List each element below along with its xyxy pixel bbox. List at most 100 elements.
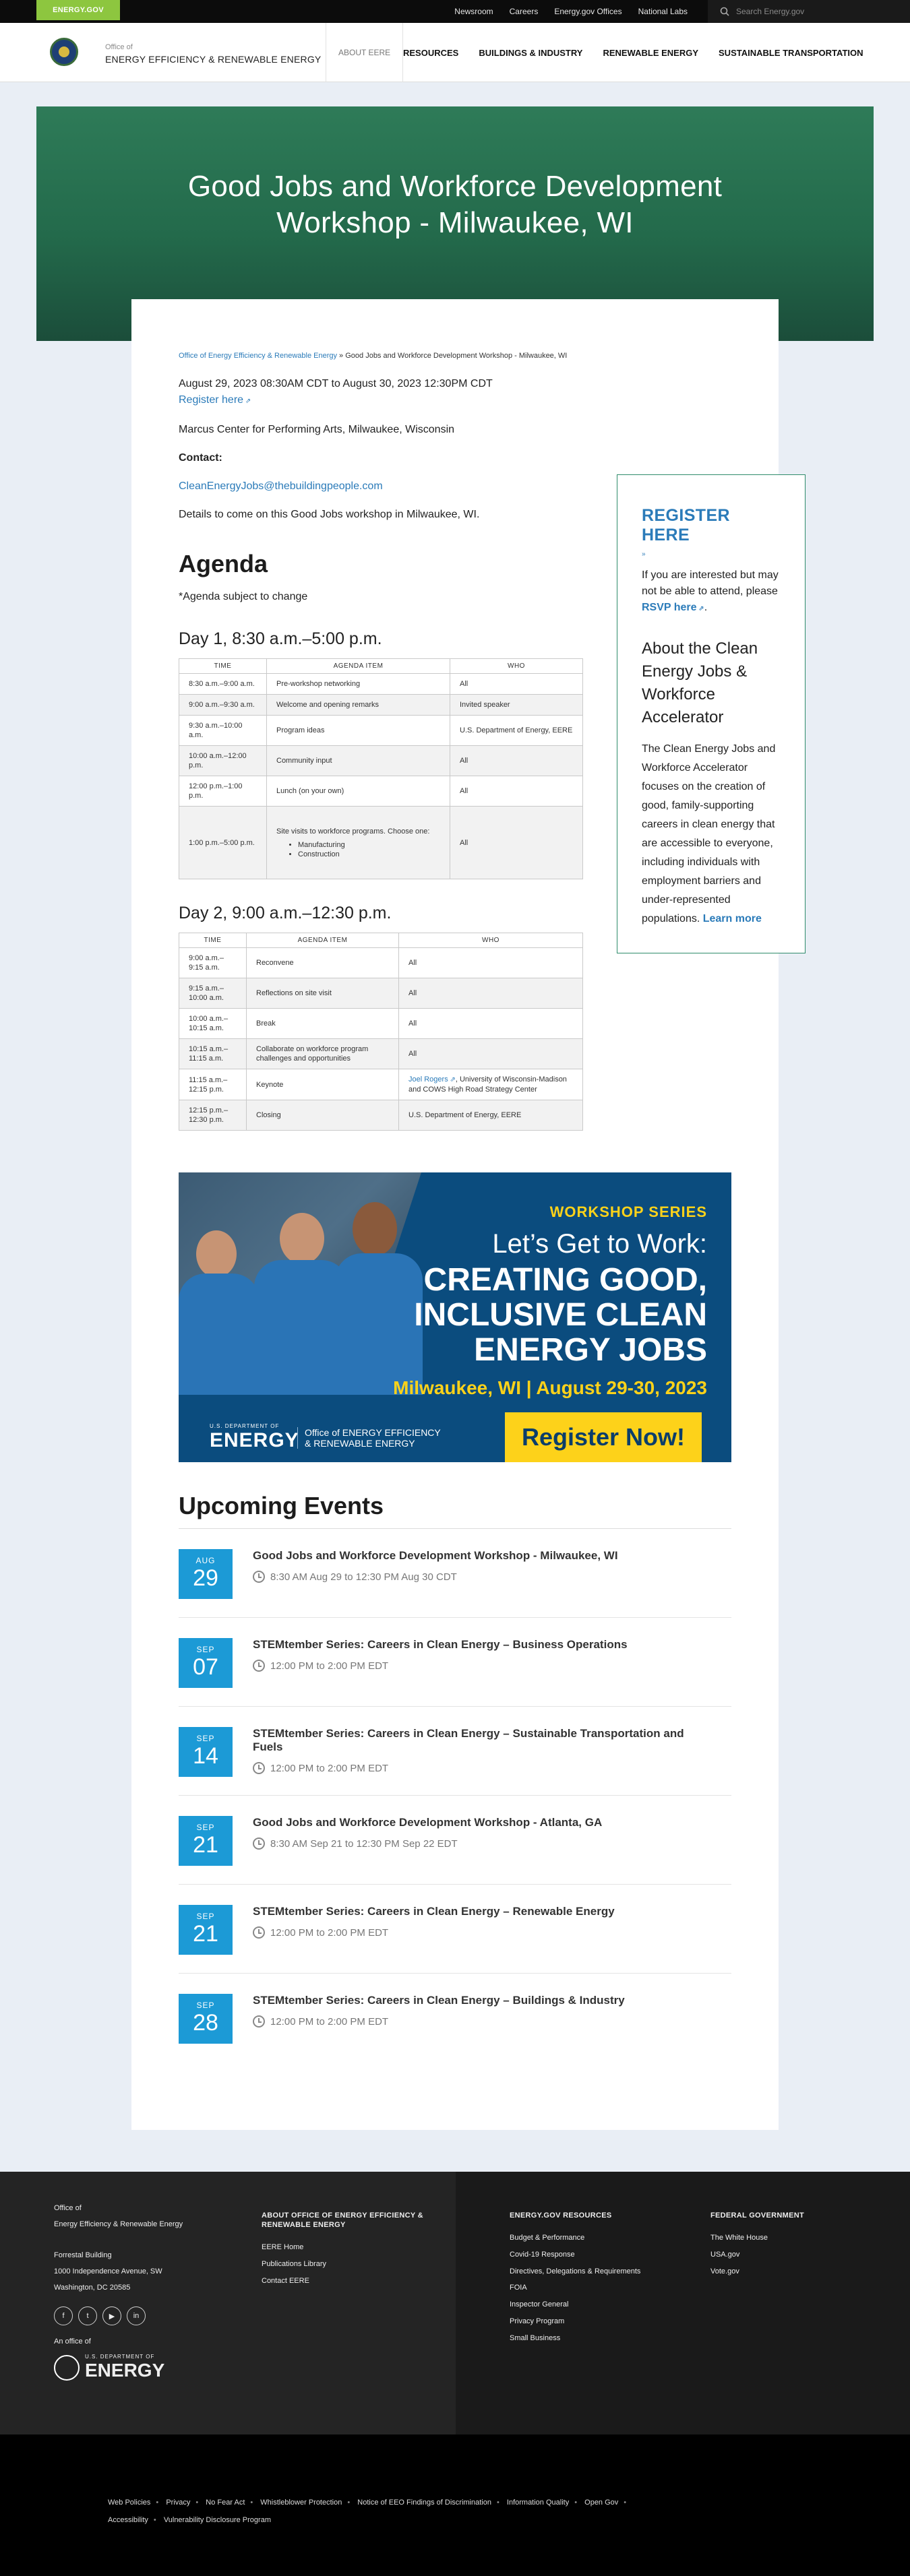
nav-resources[interactable]: RESOURCES <box>403 48 458 58</box>
eere-home-link[interactable]: ENERGY EFFICIENCY & RENEWABLE ENERGY <box>105 54 321 65</box>
site-visit-options: Manufacturing Construction <box>298 840 440 859</box>
offices-link[interactable]: Energy.gov Offices <box>554 7 621 16</box>
clock-icon <box>253 1660 265 1672</box>
footer-link[interactable]: Privacy Program <box>510 2313 644 2330</box>
twitter-icon[interactable]: t <box>78 2306 97 2325</box>
workshop-banner[interactable]: WORKSHOP SERIES Let’s Get to Work: CREAT… <box>179 1172 731 1462</box>
list-item: SEP 14 STEMtember Series: Careers in Clea… <box>179 1707 731 1796</box>
legal-link[interactable]: Vulnerability Disclosure Program <box>164 2516 271 2524</box>
footer-link[interactable]: Inspector General <box>510 2296 644 2313</box>
about-eere-link[interactable]: ABOUT EERE <box>326 23 404 82</box>
search-icon[interactable] <box>720 7 729 16</box>
event-venue: Marcus Center for Performing Arts, Milwa… <box>179 424 455 435</box>
agenda-heading: Agenda <box>179 550 268 577</box>
event-title-link[interactable]: Good Jobs and Workforce Development Work… <box>253 1549 698 1563</box>
footer-link[interactable]: Covid-19 Response <box>510 2247 644 2263</box>
footer-link[interactable]: FOIA <box>510 2280 644 2296</box>
legal-link[interactable]: Whistleblower Protection <box>260 2499 342 2507</box>
register-sidebar: REGISTER HERE » If you are interested bu… <box>617 474 806 953</box>
day2-heading: Day 2, 9:00 a.m.–12:30 p.m. <box>179 904 392 922</box>
table-row: 10:15 a.m.–11:15 a.m. Collaborate on work… <box>179 1038 583 1069</box>
sidebar-register-link[interactable]: REGISTER HERE <box>642 506 781 545</box>
footer-link[interactable]: Contact EERE <box>262 2273 423 2290</box>
day2-agenda-table: TIME AGENDA ITEM WHO 9:00 a.m.–9:15 a.m.… <box>179 933 583 1131</box>
footer-link[interactable]: EERE Home <box>262 2239 423 2256</box>
footer-link[interactable]: Budget & Performance <box>510 2230 644 2247</box>
event-date-badge: SEP 21 <box>179 1905 233 1955</box>
site-header: Office of ENERGY EFFICIENCY & RENEWABLE … <box>0 23 910 82</box>
social-links: f t ▶ in <box>54 2306 146 2325</box>
table-row: 10:00 a.m.–10:15 a.m. Break All <box>179 1008 583 1039</box>
register-here-link[interactable]: Register here <box>179 392 583 410</box>
linkedin-icon[interactable]: in <box>127 2306 146 2325</box>
legal-link[interactable]: Accessibility <box>108 2516 148 2524</box>
newsroom-link[interactable]: Newsroom <box>454 7 493 16</box>
office-of-label: Office of <box>105 43 133 51</box>
footer-energy-gov: ENERGY.GOV RESOURCES Budget & Performanc… <box>456 2172 910 2434</box>
legal-link[interactable]: Information Quality <box>507 2499 569 2507</box>
event-title-link[interactable]: STEMtember Series: Careers in Clean Ener… <box>253 1638 698 1652</box>
footer-link[interactable]: The White House <box>710 2230 845 2247</box>
legal-link[interactable]: Open Gov <box>584 2499 618 2507</box>
footer-link[interactable]: Publications Library <box>262 2256 423 2273</box>
event-title-link[interactable]: Good Jobs and Workforce Development Work… <box>253 1816 698 1829</box>
event-title-link[interactable]: STEMtember Series: Careers in Clean Ener… <box>253 1994 698 2007</box>
contact-email-link[interactable]: CleanEnergyJobs@thebuildingpeople.com <box>179 478 583 495</box>
list-item: Construction <box>298 850 440 859</box>
footer-link[interactable]: Directives, Delegations & Requirements <box>510 2263 644 2280</box>
legal-link[interactable]: No Fear Act <box>206 2499 245 2507</box>
main-column: August 29, 2023 08:30AM CDT to August 30… <box>179 376 583 1131</box>
footer-doe-logo[interactable]: U.S. DEPARTMENT OF ENERGY <box>54 2354 164 2381</box>
search-input[interactable] <box>736 7 884 16</box>
table-row: 12:15 p.m.–12:30 p.m. Closing U.S. Departm… <box>179 1100 583 1131</box>
rsvp-link[interactable]: RSVP here <box>642 602 704 613</box>
breadcrumb-current: Good Jobs and Workforce Development Work… <box>345 352 568 360</box>
person-photo <box>179 1274 260 1395</box>
page-title: Good Jobs and Workforce Development Works… <box>187 170 723 239</box>
careers-link[interactable]: Careers <box>510 7 539 16</box>
nav-sustainable-transportation[interactable]: SUSTAINABLE TRANSPORTATION <box>719 48 863 58</box>
nav-renewable-energy[interactable]: RENEWABLE ENERGY <box>603 48 698 58</box>
joel-rogers-link[interactable]: Joel Rogers <box>408 1075 456 1083</box>
doe-seal-logo[interactable] <box>50 38 78 66</box>
list-item: SEP 21 Good Jobs and Workforce Developmen… <box>179 1796 731 1885</box>
footer-link[interactable]: USA.gov <box>710 2247 845 2263</box>
person-photo <box>353 1202 397 1256</box>
footer-office-of: Office of <box>54 2204 82 2212</box>
clock-icon <box>253 1762 265 1774</box>
legal-link[interactable]: Privacy <box>166 2499 190 2507</box>
clock-icon <box>253 1571 265 1583</box>
energy-gov-home-link[interactable]: ENERGY.GOV <box>36 0 120 20</box>
banner-register-button[interactable]: Register Now! <box>505 1412 702 1462</box>
footer-about-links: EERE Home Publications Library Contact E… <box>262 2239 423 2290</box>
an-office-of-label: An office of <box>54 2337 91 2346</box>
facebook-icon[interactable]: f <box>54 2306 73 2325</box>
person-photo <box>335 1253 423 1395</box>
accelerator-text: The Clean Energy Jobs and Workforce Acce… <box>642 743 776 924</box>
breadcrumb-eere-link[interactable]: Office of Energy Efficiency & Renewable … <box>179 352 337 360</box>
event-title-link[interactable]: STEMtember Series: Careers in Clean Ener… <box>253 1905 698 1918</box>
national-labs-link[interactable]: National Labs <box>638 7 688 16</box>
table-row: 12:00 p.m.–1:00 p.m. Lunch (on your own) A… <box>179 776 583 807</box>
youtube-icon[interactable]: ▶ <box>102 2306 121 2325</box>
col-agenda-item: AGENDA ITEM <box>266 658 450 674</box>
event-time: 12:00 PM to 2:00 PM EDT <box>253 1660 388 1672</box>
footer-link[interactable]: Vote.gov <box>710 2263 845 2280</box>
footer-office-name: Energy Efficiency & Renewable Energy <box>54 2220 183 2228</box>
footer-link[interactable]: Small Business <box>510 2330 644 2347</box>
upcoming-events-heading: Upcoming Events <box>179 1492 731 1529</box>
external-link-icon: » <box>642 551 646 558</box>
event-title-link[interactable]: STEMtember Series: Careers in Clean Ener… <box>253 1727 698 1754</box>
top-utility-bar: ENERGY.GOV Newsroom Careers Energy.gov O… <box>0 0 910 23</box>
event-date-badge: SEP 21 <box>179 1816 233 1866</box>
footer-address: Forrestal Building 1000 Independence Aven… <box>54 2251 162 2292</box>
legal-link[interactable]: Web Policies <box>108 2499 150 2507</box>
event-dates: August 29, 2023 08:30AM CDT to August 30… <box>179 378 493 389</box>
legal-link[interactable]: Notice of EEO Findings of Discrimination <box>357 2499 491 2507</box>
table-row: 1:00 p.m.–5:00 p.m. Site visits to workf… <box>179 806 583 879</box>
clock-icon <box>253 1837 265 1850</box>
nav-buildings-industry[interactable]: BUILDINGS & INDUSTRY <box>479 48 582 58</box>
legal-links: Web Policies • Privacy • No Fear Act • Whis… <box>108 2499 627 2524</box>
learn-more-link[interactable]: Learn more <box>703 913 762 924</box>
table-row: 8:30 a.m.–9:00 a.m. Pre-workshop networki… <box>179 673 583 695</box>
